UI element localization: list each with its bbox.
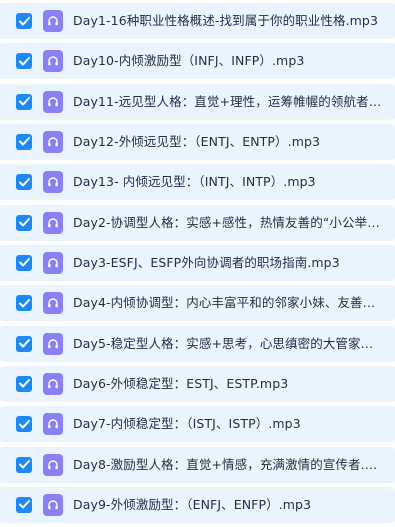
- audio-file-icon: [43, 413, 63, 436]
- headphones-icon: [48, 379, 58, 389]
- headphones-icon: [48, 56, 58, 66]
- checkbox[interactable]: [16, 174, 32, 191]
- file-row[interactable]: Day2-协调型人格：实感+感性，热情友善的“小公举”....: [0, 204, 395, 241]
- audio-file-icon: [43, 332, 63, 355]
- checkbox[interactable]: [16, 335, 32, 352]
- checkbox[interactable]: [16, 496, 32, 513]
- file-name: Day6-外倾稳定型：ESTJ、ESTP.mp3: [73, 375, 289, 391]
- checkmark-icon: [18, 258, 30, 267]
- file-name: Day13- 内倾远见型：（INTJ、INTP）.mp3: [73, 174, 316, 190]
- audio-file-icon: [43, 493, 63, 516]
- file-row[interactable]: Day11-远见型人格：直觉+理性，运筹帷幄的领航者.mp3: [0, 83, 395, 120]
- file-name: Day5-稳定型人格：实感+思考，心思缜密的大管家（ST...: [73, 335, 383, 351]
- headphones-icon: [48, 338, 58, 348]
- headphones-icon: [48, 217, 58, 227]
- file-row[interactable]: Day1-16种职业性格概述-找到属于你的职业性格.mp3: [0, 3, 395, 39]
- checkmark-icon: [18, 460, 30, 469]
- file-row[interactable]: Day6-外倾稳定型：ESTJ、ESTP.mp3: [0, 365, 395, 402]
- checkmark-icon: [18, 177, 30, 187]
- checkbox[interactable]: [16, 254, 32, 271]
- checkmark-icon: [18, 298, 30, 308]
- checkbox[interactable]: [16, 13, 32, 29]
- headphones-icon: [48, 137, 58, 147]
- checkmark-icon: [18, 500, 30, 509]
- headphones-icon: [48, 258, 58, 268]
- audio-file-icon: [43, 90, 63, 113]
- audio-file-icon: [43, 251, 63, 274]
- file-row[interactable]: Day12-外倾远见型：（ENTJ、ENTP）.mp3: [0, 123, 395, 160]
- audio-file-icon: [43, 292, 63, 315]
- file-name: Day3-ESFJ、ESFP外向协调者的职场指南.mp3: [73, 254, 340, 270]
- headphones-icon: [48, 500, 58, 510]
- audio-file-icon: [43, 130, 63, 153]
- audio-file-icon: [43, 372, 63, 395]
- file-row[interactable]: Day10-内倾激励型（INFJ、INFP）.mp3: [0, 43, 395, 80]
- headphones-icon: [48, 177, 58, 187]
- file-row[interactable]: Day7-内倾稳定型：（ISTJ、ISTP）.mp3: [0, 406, 395, 443]
- headphones-icon: [48, 298, 58, 308]
- checkmark-icon: [18, 218, 30, 227]
- file-row[interactable]: Day9-外倾激励型：（ENFJ、ENFP）.mp3: [0, 486, 395, 523]
- headphones-icon: [48, 96, 58, 106]
- file-row[interactable]: Day3-ESFJ、ESFP外向协调者的职场指南.mp3: [0, 244, 395, 281]
- checkmark-icon: [18, 97, 30, 106]
- file-name: Day8-激励型人格：直觉+情感，充满激情的宣传者.mp3: [73, 456, 383, 472]
- file-name: Day9-外倾激励型：（ENFJ、ENFP）.mp3: [73, 496, 312, 512]
- checkbox[interactable]: [16, 53, 32, 70]
- headphones-icon: [48, 459, 58, 469]
- file-row[interactable]: Day5-稳定型人格：实感+思考，心思缜密的大管家（ST...: [0, 325, 395, 362]
- file-row[interactable]: Day8-激励型人格：直觉+情感，充满激情的宣传者.mp3: [0, 446, 395, 483]
- checkmark-icon: [18, 419, 30, 429]
- checkmark-icon: [18, 16, 30, 25]
- checkbox[interactable]: [16, 416, 32, 433]
- file-name: Day12-外倾远见型：（ENTJ、ENTP）.mp3: [73, 133, 321, 149]
- file-list: Day1-16种职业性格概述-找到属于你的职业性格.mp3 Day10-内倾激励…: [0, 3, 395, 527]
- audio-file-icon: [43, 50, 63, 73]
- file-name: Day2-协调型人格：实感+感性，热情友善的“小公举”....: [73, 214, 383, 230]
- file-row[interactable]: Day13- 内倾远见型：（INTJ、INTP）.mp3: [0, 164, 395, 201]
- checkbox[interactable]: [16, 456, 32, 473]
- checkbox[interactable]: [16, 214, 32, 231]
- audio-file-icon: [43, 453, 63, 476]
- audio-file-icon: [43, 171, 63, 194]
- checkmark-icon: [18, 339, 30, 348]
- checkmark-icon: [18, 137, 30, 146]
- audio-file-icon: [43, 211, 63, 234]
- file-name: Day10-内倾激励型（INFJ、INFP）.mp3: [73, 53, 305, 69]
- file-name: Day11-远见型人格：直觉+理性，运筹帷幄的领航者.mp3: [73, 93, 383, 109]
- file-name: Day7-内倾稳定型：（ISTJ、ISTP）.mp3: [73, 416, 301, 432]
- file-name: Day1-16种职业性格概述-找到属于你的职业性格.mp3: [73, 13, 379, 28]
- checkbox[interactable]: [16, 375, 32, 392]
- file-row[interactable]: Day4-内倾协调型：内心丰富平和的邻家小妹、友善敏感...: [0, 285, 395, 322]
- file-name: Day4-内倾协调型：内心丰富平和的邻家小妹、友善敏感...: [73, 295, 383, 311]
- headphones-icon: [48, 419, 58, 429]
- checkmark-icon: [18, 379, 30, 388]
- headphones-icon: [48, 16, 58, 26]
- checkbox[interactable]: [16, 295, 32, 312]
- checkbox[interactable]: [16, 93, 32, 110]
- checkbox[interactable]: [16, 133, 32, 150]
- checkmark-icon: [18, 56, 30, 66]
- audio-file-icon: [43, 10, 63, 32]
